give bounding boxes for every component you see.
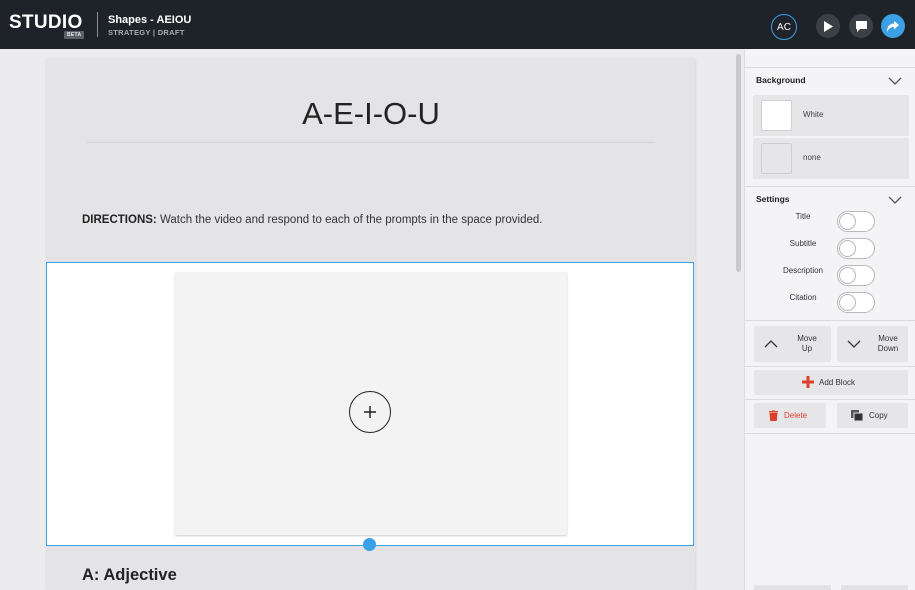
trash-icon [769, 410, 778, 421]
copy-icon [851, 410, 863, 421]
toggle-title[interactable] [837, 211, 875, 232]
title-divider [87, 142, 655, 143]
page-title[interactable]: A-E-I-O-U [47, 96, 695, 132]
chevron-down-icon [847, 340, 861, 348]
top-bar: STUDIO BETA Shapes - AEIOU STRATEGY | DR… [0, 0, 915, 49]
toggle-description[interactable] [837, 265, 875, 286]
toggle-citation[interactable] [837, 292, 875, 313]
preview-button[interactable] [816, 14, 840, 38]
settings-header: Settings [756, 194, 790, 204]
move-down-button[interactable]: Move Down [837, 326, 908, 362]
footer-button[interactable] [841, 585, 908, 590]
plus-icon [364, 406, 376, 418]
beta-badge: BETA [64, 31, 85, 39]
block-resize-handle[interactable] [363, 538, 376, 551]
move-down-label: Move [878, 334, 898, 343]
sidebar-divider [745, 186, 915, 187]
setting-label-description: Description [782, 266, 823, 275]
chevron-down-icon[interactable] [888, 77, 902, 85]
share-icon [887, 20, 899, 32]
toggle-knob [839, 240, 856, 257]
add-block-button[interactable]: Add Block [754, 370, 908, 395]
sidebar-divider [745, 366, 915, 367]
chevron-up-icon [764, 340, 778, 348]
directions-text[interactable]: DIRECTIONS: Watch the video and respond … [82, 214, 542, 226]
setting-label-citation: Citation [789, 293, 817, 302]
add-media-button[interactable] [349, 391, 391, 433]
user-avatar[interactable]: AC [771, 14, 797, 40]
background-option-white[interactable]: White [753, 95, 909, 136]
directions-label: DIRECTIONS: [82, 214, 157, 226]
delete-label: Delete [784, 411, 808, 420]
sidebar-divider [745, 320, 915, 321]
document-title[interactable]: Shapes - AEIOU [108, 14, 191, 26]
comments-button[interactable] [849, 14, 873, 38]
swatch-label: White [803, 110, 824, 119]
swatch-label: none [803, 153, 821, 162]
setting-label-subtitle: Subtitle [789, 239, 817, 248]
toggle-knob [839, 294, 856, 311]
swatch-white [761, 100, 792, 131]
section-title-adjective[interactable]: A: Adjective [82, 566, 177, 585]
background-header: Background [756, 75, 806, 85]
sidebar-divider [745, 67, 915, 68]
comment-icon [855, 20, 867, 32]
play-icon [824, 20, 833, 32]
selected-media-block[interactable] [46, 262, 694, 546]
document-status: STRATEGY | DRAFT [108, 28, 185, 37]
directions-body: Watch the video and respond to each of t… [156, 214, 543, 226]
share-button[interactable] [881, 14, 905, 38]
header-divider [97, 12, 98, 37]
footer-button[interactable] [754, 585, 831, 590]
move-up-label: Move [797, 334, 817, 343]
background-option-none[interactable]: none [753, 138, 909, 179]
swatch-none [761, 143, 792, 174]
copy-label: Copy [869, 411, 888, 420]
sidebar-divider [745, 433, 915, 434]
toggle-subtitle[interactable] [837, 238, 875, 259]
properties-sidebar: Background White none Settings Title Sub… [744, 49, 915, 590]
toggle-knob [839, 213, 856, 230]
delete-button[interactable]: Delete [754, 403, 826, 428]
setting-label-title: Title [795, 212, 811, 221]
media-placeholder[interactable] [175, 272, 567, 535]
move-up-button[interactable]: Move Up [754, 326, 831, 362]
move-up-label-2: Up [801, 344, 813, 353]
canvas-scrollbar[interactable] [736, 54, 741, 272]
plus-icon [802, 376, 814, 388]
move-down-label-2: Down [877, 344, 899, 353]
chevron-down-icon[interactable] [888, 196, 902, 204]
copy-button[interactable]: Copy [837, 403, 908, 428]
toggle-knob [839, 267, 856, 284]
sidebar-divider [745, 399, 915, 400]
add-block-label: Add Block [819, 378, 856, 387]
